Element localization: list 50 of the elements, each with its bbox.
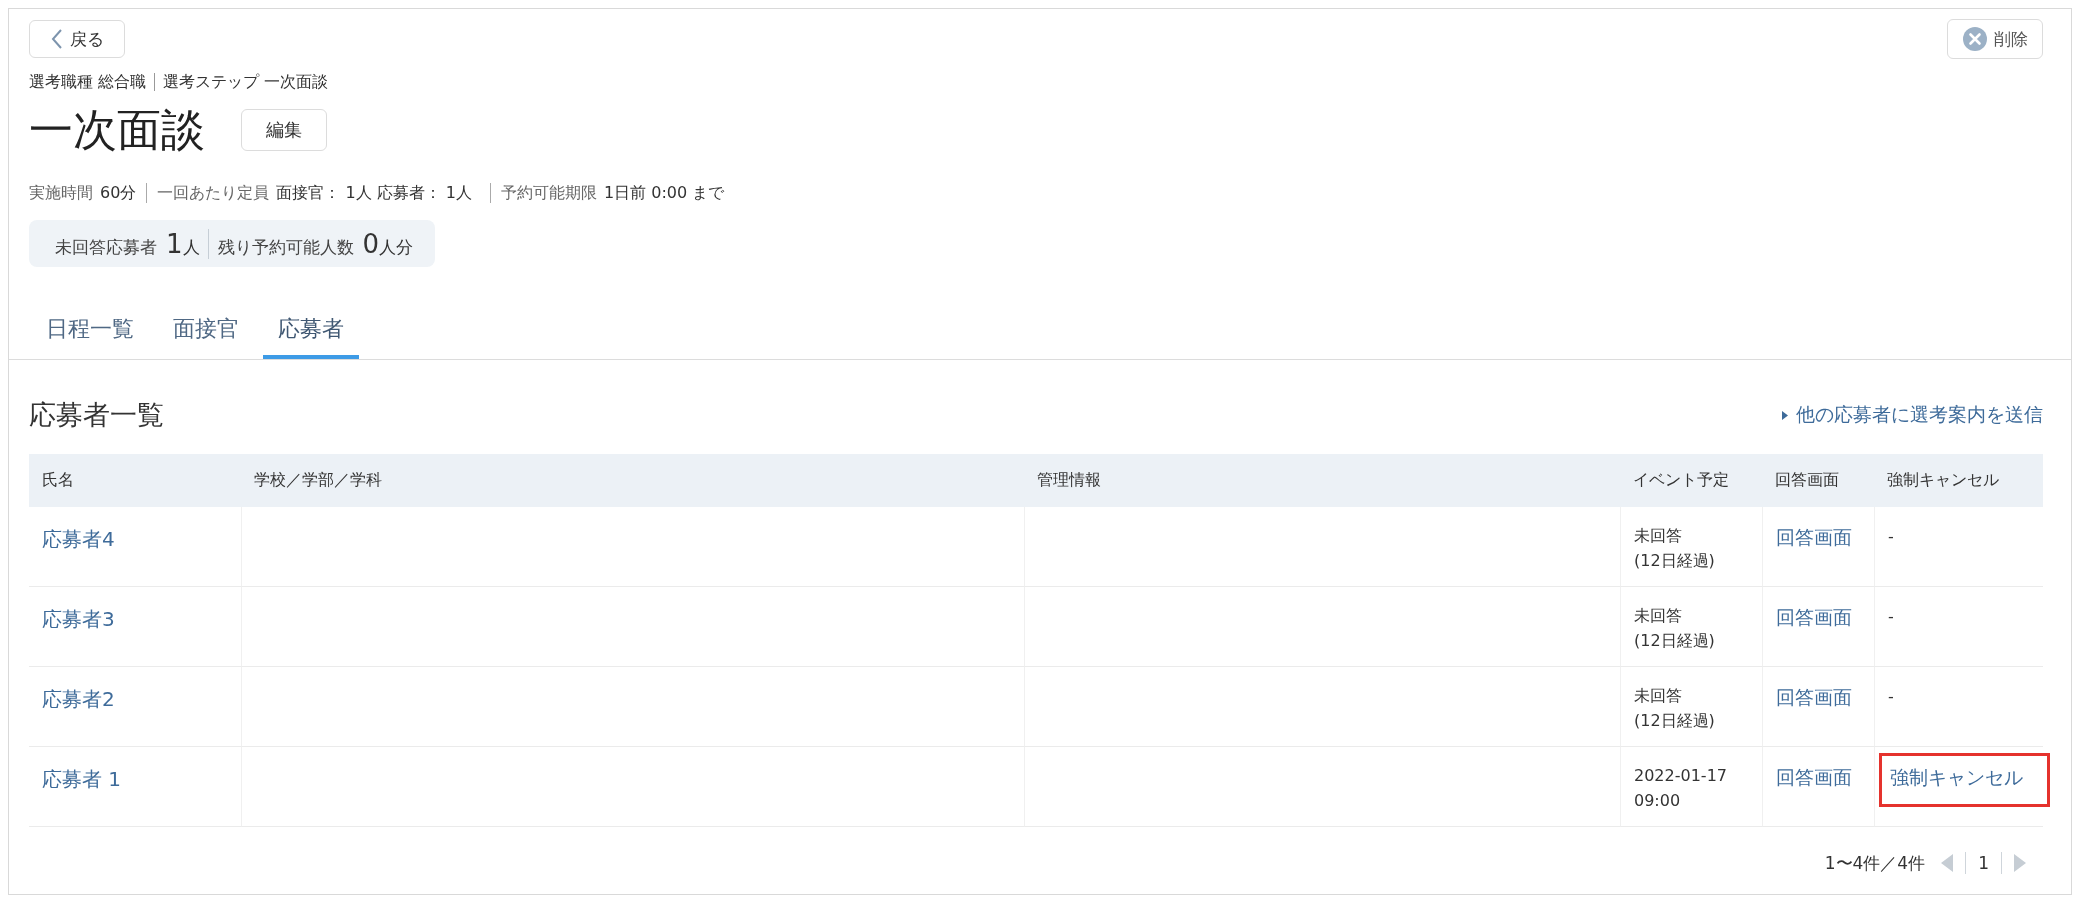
event-status: 未回答 (12日経過) — [1634, 685, 1716, 732]
chevron-left-icon — [50, 29, 63, 49]
force-cancel-link[interactable]: 強制キャンセル — [1890, 765, 2023, 789]
page-title: 一次面談 — [29, 107, 205, 153]
event-status: 未回答 (12日経過) — [1634, 525, 1716, 572]
triangle-right-icon — [2014, 854, 2026, 872]
breadcrumb-item: 選考ステップ 一次面談 — [154, 73, 329, 91]
applicant-name-link[interactable]: 応募者3 — [42, 605, 115, 633]
info-label: 予約可能期限 — [501, 183, 597, 203]
empty-value-text: - — [1888, 606, 1894, 628]
info-value: 60分 — [100, 183, 137, 203]
answer-screen-link[interactable]: 回答画面 — [1776, 765, 1852, 789]
event-status: 2022-01-17 09:00 — [1634, 765, 1728, 812]
summary-label: 残り予約可能人数 — [217, 235, 354, 259]
info-label: 実施時間 — [29, 183, 93, 203]
empty-value-text: - — [1888, 526, 1894, 548]
applicant-name-link[interactable]: 応募者2 — [42, 685, 115, 713]
column-header: 氏名 — [29, 454, 241, 507]
column-header: イベント予定 — [1620, 454, 1762, 507]
section-title: 応募者一覧 — [29, 400, 164, 430]
column-header: 管理情報 — [1024, 454, 1620, 507]
applicant-name-link[interactable]: 応募者4 — [42, 525, 115, 553]
answer-screen-link[interactable]: 回答画面 — [1776, 605, 1852, 629]
current-page: 1 — [1978, 852, 1989, 875]
delete-button[interactable]: 削除 — [1947, 19, 2043, 59]
breadcrumb-item: 選考職種 総合職 — [29, 73, 147, 91]
tab[interactable]: 日程一覧 — [31, 299, 149, 359]
triangle-left-icon — [1941, 854, 1954, 872]
column-header: 回答画面 — [1762, 454, 1874, 507]
info-label: 一回あたり定員 — [157, 183, 270, 203]
page-range-text: 1〜4件／4件 — [1824, 852, 1926, 875]
info-value: 1日前 0:00 まで — [604, 183, 725, 203]
send-guide-link[interactable]: 他の応募者に選考案内を送信 — [1782, 402, 2043, 428]
column-header: 強制キャンセル — [1874, 454, 2043, 507]
info-value: 面接官： 1人 応募者： 1人 — [276, 183, 472, 203]
empty-value-text: - — [1888, 686, 1894, 708]
summary-label: 未回答応募者 — [55, 235, 157, 259]
summary-value: 1人 — [166, 228, 200, 259]
x-circle-icon — [1962, 27, 1987, 51]
answer-screen-link[interactable]: 回答画面 — [1776, 525, 1852, 549]
tab[interactable]: 面接官 — [158, 299, 254, 359]
back-button[interactable]: 戻る — [29, 20, 125, 58]
tab[interactable]: 応募者 — [263, 299, 359, 359]
column-header: 学校／学部／学科 — [241, 454, 1024, 507]
edit-button[interactable]: 編集 — [241, 109, 327, 151]
applicant-name-link[interactable]: 応募者 1 — [42, 765, 122, 793]
summary-value: 0人分 — [362, 228, 414, 259]
triangle-right-icon — [1782, 410, 1788, 420]
answer-screen-link[interactable]: 回答画面 — [1776, 685, 1852, 709]
event-status: 未回答 (12日経過) — [1634, 605, 1716, 652]
